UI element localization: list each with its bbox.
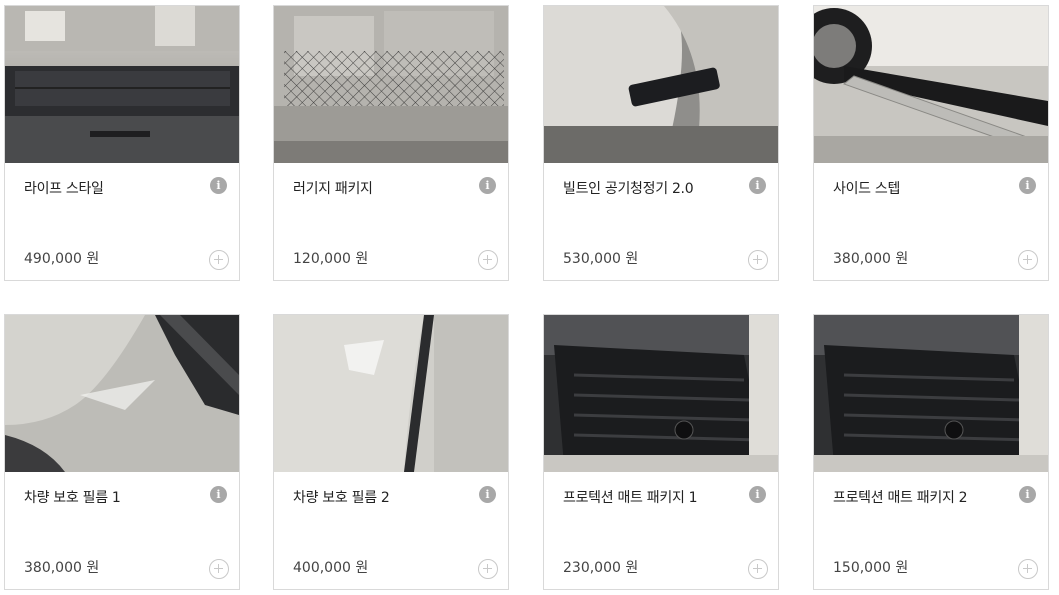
product-image-floor-mat — [814, 315, 1048, 472]
info-icon[interactable]: i — [479, 177, 496, 194]
add-icon[interactable] — [209, 250, 229, 270]
info-icon[interactable]: i — [749, 177, 766, 194]
info-icon[interactable]: i — [1019, 486, 1036, 503]
product-name: 사이드 스텝 — [833, 181, 901, 197]
product-card-air-purifier[interactable]: 빌트인 공기청정기 2.0 i 530,000 원 — [543, 5, 779, 281]
product-price: 230,000 원 — [563, 560, 639, 576]
product-name: 빌트인 공기청정기 2.0 — [563, 181, 694, 197]
product-price: 530,000 원 — [563, 251, 639, 267]
product-price: 400,000 원 — [293, 560, 369, 576]
product-image-luggage-net — [274, 6, 508, 163]
add-icon[interactable] — [1018, 250, 1038, 270]
add-icon[interactable] — [209, 559, 229, 579]
info-icon[interactable]: i — [1019, 177, 1036, 194]
info-icon[interactable]: i — [210, 486, 227, 503]
add-icon[interactable] — [748, 250, 768, 270]
product-price: 380,000 원 — [833, 251, 909, 267]
product-card-protection-mat-1[interactable]: 프로텍션 매트 패키지 1 i 230,000 원 — [543, 314, 779, 590]
product-card-side-step[interactable]: 사이드 스텝 i 380,000 원 — [813, 5, 1049, 281]
product-price: 120,000 원 — [293, 251, 369, 267]
info-icon[interactable]: i — [479, 486, 496, 503]
product-image-side-step — [814, 6, 1048, 163]
product-name: 차량 보호 필름 2 — [293, 490, 390, 506]
product-name: 라이프 스타일 — [24, 181, 104, 197]
product-price: 150,000 원 — [833, 560, 909, 576]
product-card-protection-film-1[interactable]: 차량 보호 필름 1 i 380,000 원 — [4, 314, 240, 590]
add-icon[interactable] — [1018, 559, 1038, 579]
product-card-protection-film-2[interactable]: 차량 보호 필름 2 i 400,000 원 — [273, 314, 509, 590]
product-card-protection-mat-2[interactable]: 프로텍션 매트 패키지 2 i 150,000 원 — [813, 314, 1049, 590]
product-price: 380,000 원 — [24, 560, 100, 576]
accessory-grid: 라이프 스타일 i 490,000 원 러기지 패키지 i 120,000 원 … — [0, 0, 1059, 595]
product-name: 차량 보호 필름 1 — [24, 490, 121, 506]
product-name: 프로텍션 매트 패키지 2 — [833, 490, 968, 506]
info-icon[interactable]: i — [210, 177, 227, 194]
add-icon[interactable] — [478, 250, 498, 270]
product-image-cargo-tray — [5, 6, 239, 163]
add-icon[interactable] — [748, 559, 768, 579]
product-image-air-purifier — [544, 6, 778, 163]
product-name: 프로텍션 매트 패키지 1 — [563, 490, 698, 506]
product-image-floor-mat — [544, 315, 778, 472]
product-card-luggage-package[interactable]: 러기지 패키지 i 120,000 원 — [273, 5, 509, 281]
product-image-protection-film — [274, 315, 508, 472]
product-price: 490,000 원 — [24, 251, 100, 267]
add-icon[interactable] — [478, 559, 498, 579]
product-name: 러기지 패키지 — [293, 181, 373, 197]
product-card-life-style[interactable]: 라이프 스타일 i 490,000 원 — [4, 5, 240, 281]
info-icon[interactable]: i — [749, 486, 766, 503]
product-image-protection-film — [5, 315, 239, 472]
